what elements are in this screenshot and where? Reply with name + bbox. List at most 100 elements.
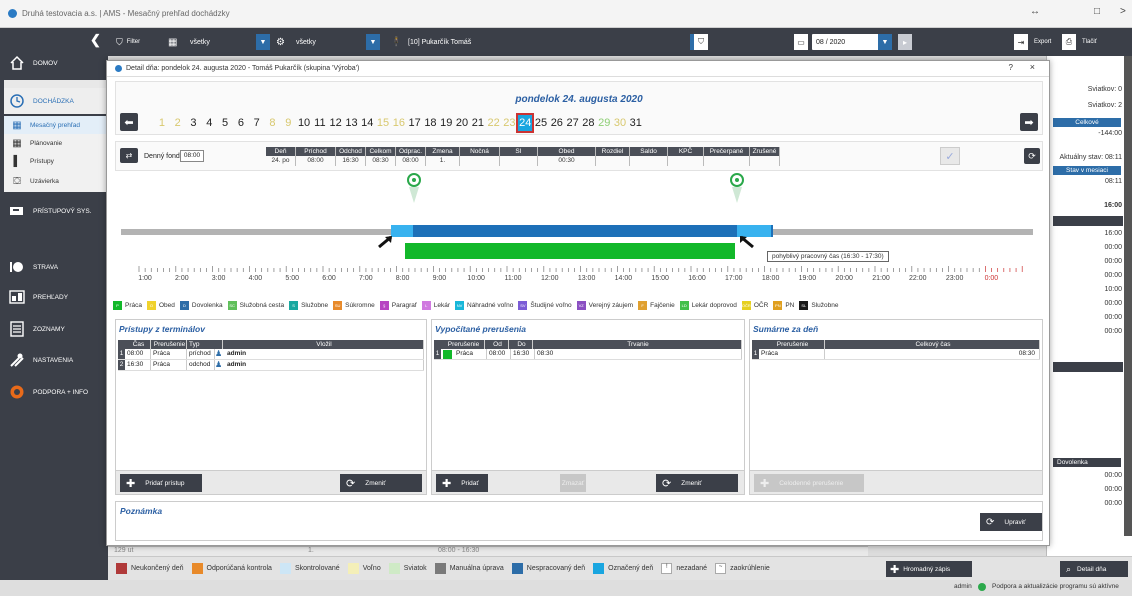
day-13[interactable]: 13 — [344, 114, 360, 132]
maximize-icon[interactable]: □ — [1094, 6, 1100, 17]
day-7[interactable]: 7 — [249, 114, 265, 132]
scrollbar[interactable] — [1124, 56, 1132, 536]
month-select[interactable]: 08 / 2020 ▼ — [812, 34, 892, 50]
day-28[interactable]: 28 — [581, 114, 597, 132]
sidebar-item-reports[interactable]: Prehľady — [4, 284, 108, 310]
resize-icon[interactable]: ↔ — [1030, 6, 1040, 17]
change-break-button[interactable]: ⟳ Zmeniť — [656, 474, 738, 492]
day-1[interactable]: 1 — [154, 114, 170, 132]
day-29[interactable]: 29 — [596, 114, 612, 132]
edit-note-button[interactable]: ⟳ Upraviť — [980, 513, 1042, 531]
next-day-button[interactable]: ➡ — [1020, 113, 1038, 131]
refresh-button[interactable]: ⟳ — [1024, 148, 1040, 164]
day-14[interactable]: 14 — [359, 114, 375, 132]
day-22[interactable]: 22 — [486, 114, 502, 132]
sidebar-item-settings[interactable]: Nastavenia — [4, 347, 108, 373]
employee-filter-icon[interactable]: ⛉ — [694, 34, 708, 50]
filter-button[interactable]: ⛉ Filter — [116, 34, 140, 50]
change-access-button[interactable]: ⟳ Zmeniť — [340, 474, 422, 492]
day-25[interactable]: 25 — [533, 114, 549, 132]
day-8[interactable]: 8 — [265, 114, 281, 132]
legend-label: Označený deň — [608, 565, 654, 572]
hour-label: 22:00 — [909, 275, 927, 282]
table-row[interactable]: 1 Práca 08:00 16:30 08:30 — [434, 349, 742, 360]
end-pin-icon[interactable] — [730, 173, 744, 187]
day-2[interactable]: 2 — [170, 114, 186, 132]
calendar-icon[interactable]: ▭ — [794, 34, 808, 50]
day-16[interactable]: 16 — [391, 114, 407, 132]
sidebar-item-home[interactable]: Domov — [4, 50, 108, 76]
total-value: -144:00 — [1098, 130, 1122, 137]
day-11[interactable]: 11 — [312, 114, 328, 132]
day-21[interactable]: 21 — [470, 114, 486, 132]
next-month-icon[interactable]: ▸ — [898, 34, 912, 50]
legend-label: Lekár doprovod — [691, 301, 737, 309]
access-time: 16:30 — [125, 360, 151, 370]
legend-label: Dovolenka — [191, 301, 223, 309]
day-5[interactable]: 5 — [217, 114, 233, 132]
day-23[interactable]: 23 — [502, 114, 518, 132]
sidebar-item-lists[interactable]: Zoznamy — [4, 316, 108, 342]
department-select[interactable]: všetky ▼ — [186, 34, 270, 50]
more-icon[interactable]: > — [1120, 6, 1126, 17]
sidebar-item-meals[interactable]: Strava — [4, 254, 108, 280]
legend-label: OČR — [753, 301, 769, 309]
month-icon: ▦ — [12, 119, 22, 131]
month-table-row[interactable]: 129 ut 1. 08:00 - 16:30 — [108, 546, 868, 556]
day-4[interactable]: 4 — [201, 114, 217, 132]
day-26[interactable]: 26 — [549, 114, 565, 132]
sidebar-sub-closing[interactable]: ⛋ Uzávierka — [4, 170, 108, 192]
export-button[interactable]: Export — [1034, 34, 1051, 50]
prev-day-button[interactable]: ⬅ — [120, 113, 138, 131]
day-19[interactable]: 19 — [438, 114, 454, 132]
modal-titlebar: Detail dňa: pondelok 24. augusta 2020 - … — [107, 61, 1049, 77]
sidebar-item-support[interactable]: Podpora + info — [4, 379, 108, 405]
sidebar-sub-access[interactable]: ▌ Prístupy — [4, 152, 108, 170]
day-10[interactable]: 10 — [296, 114, 312, 132]
full-day-break-button[interactable]: ✚ Celodenné prerušenie — [754, 474, 864, 492]
start-pin-icon[interactable] — [407, 173, 421, 187]
worked-time-bar[interactable] — [405, 243, 735, 259]
day-24[interactable]: 24 — [516, 113, 535, 133]
day-30[interactable]: 30 — [612, 114, 628, 132]
refresh-icon: ⟳ — [1028, 150, 1036, 161]
work-time-bar[interactable] — [391, 225, 773, 237]
help-icon[interactable]: ? — [1009, 63, 1013, 72]
confirm-check-icon[interactable]: ✓ — [940, 147, 960, 165]
break-to: 16:30 — [511, 349, 535, 359]
bulk-entry-button[interactable]: ✚ Hromadný zápis — [886, 561, 972, 577]
legend-swatch — [191, 563, 203, 574]
table-row[interactable]: 2 16:30 Práca odchod ♟ admin — [118, 360, 424, 371]
add-break-button[interactable]: ✚ Pridať — [436, 474, 488, 492]
day-27[interactable]: 27 — [565, 114, 581, 132]
sidebar-item-access-system[interactable]: Prístupový sys. — [4, 198, 108, 224]
delete-break-button[interactable]: Zmazať — [560, 474, 586, 492]
day-6[interactable]: 6 — [233, 114, 249, 132]
summary-total: 08:30 — [825, 349, 1040, 359]
legend-swatch — [434, 563, 446, 574]
day-12[interactable]: 12 — [328, 114, 344, 132]
day-31[interactable]: 31 — [628, 114, 644, 132]
day-20[interactable]: 20 — [454, 114, 470, 132]
sidebar-sub-planning[interactable]: ▦ Plánovanie — [4, 134, 108, 152]
sidebar-sub-monthly[interactable]: ▦ Mesačný prehľad — [4, 116, 108, 134]
sidebar-item-attendance[interactable]: Dochádzka — [4, 88, 108, 114]
close-icon[interactable]: × — [1030, 62, 1035, 72]
print-icon: ⎙ — [1062, 34, 1076, 50]
day-detail-button[interactable]: ⌕ Detail dňa — [1060, 561, 1128, 577]
day-3[interactable]: 3 — [186, 114, 202, 132]
fund-input[interactable]: 08:00 — [180, 150, 204, 162]
add-access-button[interactable]: ✚ Pridať prístup — [120, 474, 202, 492]
notes-panel: Poznámka ⟳ Upraviť — [115, 501, 1043, 541]
day-9[interactable]: 9 — [280, 114, 296, 132]
table-row[interactable]: 1 Práca 08:30 — [752, 349, 1040, 360]
day-detail-label: Detail dňa — [1077, 565, 1107, 573]
employee-select[interactable]: [10] Pukarčík Tomáš ▼ — [404, 34, 704, 50]
day-18[interactable]: 18 — [423, 114, 439, 132]
collapse-sidebar-icon[interactable]: ❮ — [90, 32, 101, 48]
print-button[interactable]: Tlačiť — [1082, 34, 1097, 50]
table-row[interactable]: 1 08:00 Práca príchod ♟ admin — [118, 349, 424, 360]
group-select[interactable]: všetky ▼ — [292, 34, 380, 50]
day-15[interactable]: 15 — [375, 114, 391, 132]
day-17[interactable]: 17 — [407, 114, 423, 132]
